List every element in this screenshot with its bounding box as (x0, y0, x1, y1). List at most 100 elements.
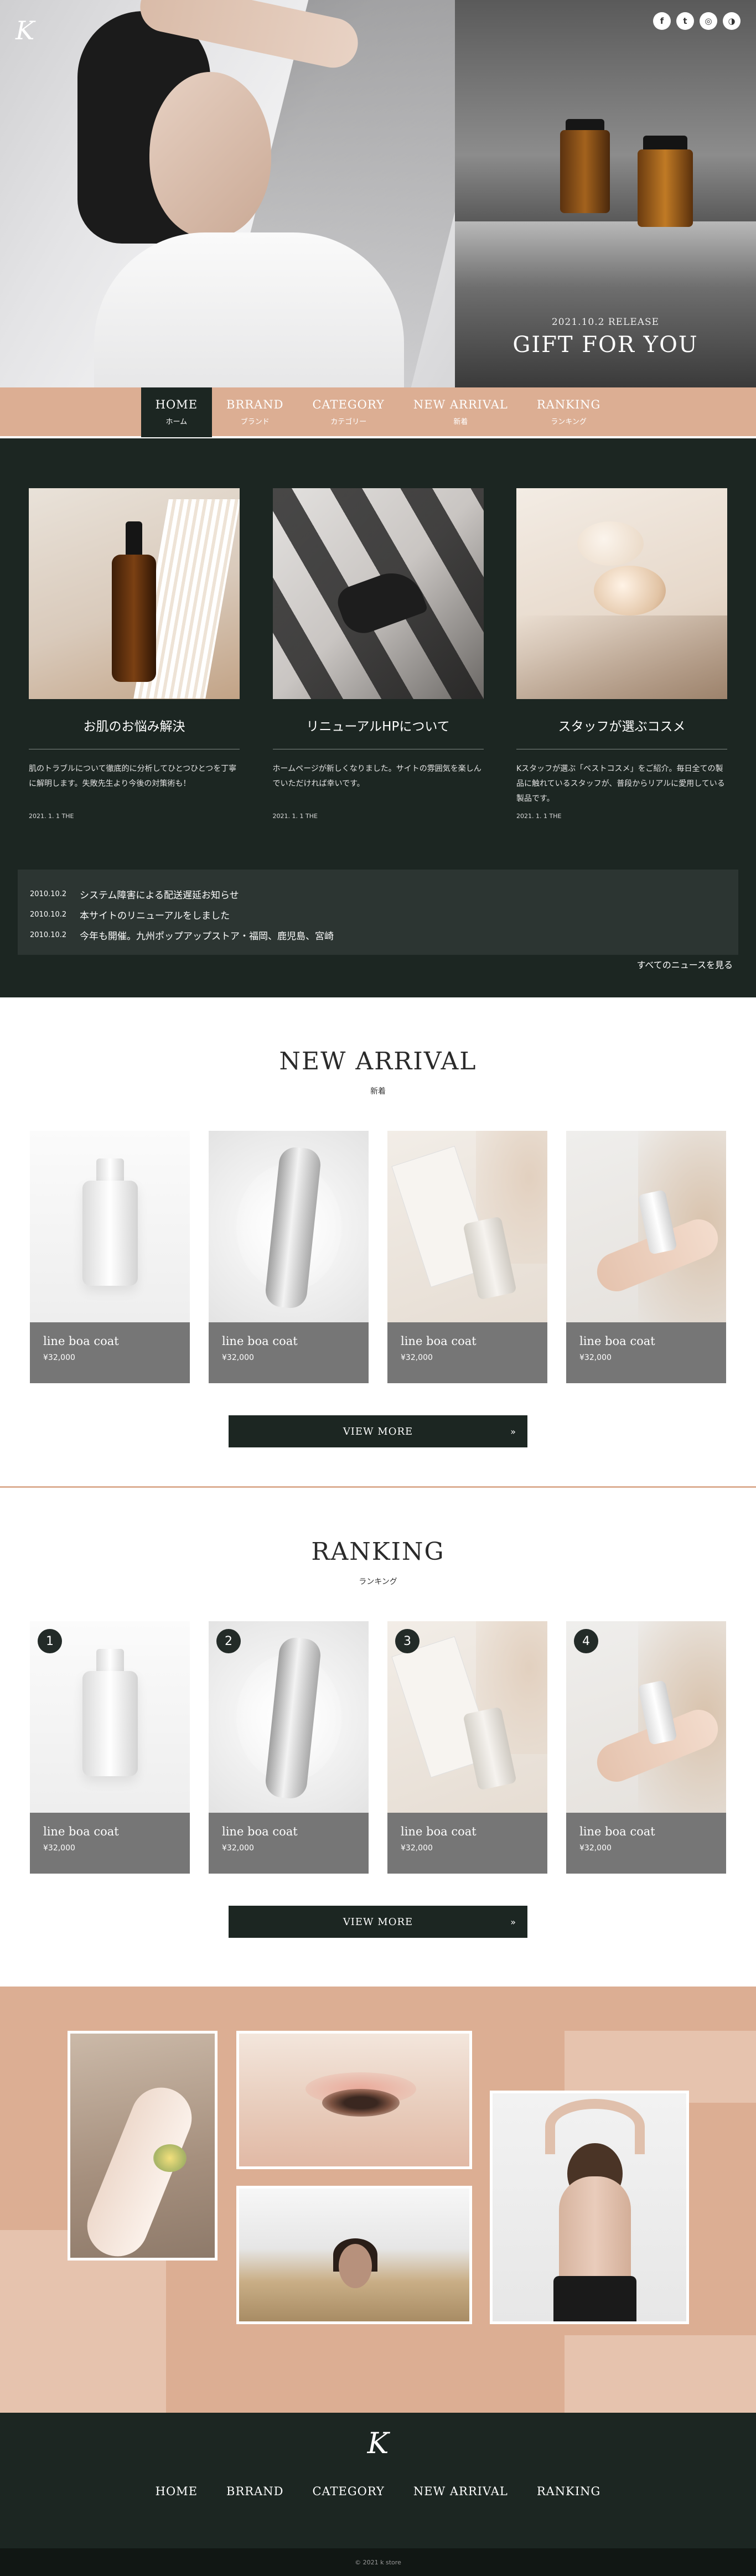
rank-badge: 3 (395, 1629, 420, 1653)
nav-item-new-arrival[interactable]: NEW ARRIVAL 新着 (399, 386, 522, 437)
main-nav: HOME ホーム BRRAND ブランド CATEGORY カテゴリー NEW … (0, 386, 756, 438)
product-card[interactable]: 3 line boa coat ¥32,000 (387, 1621, 547, 1874)
hero-title: GIFT FOR YOU (512, 332, 698, 358)
footer: K HOME BRRAND CATEGORY NEW ARRIVAL RANKI… (0, 2413, 756, 2548)
nav-label: HOME (155, 397, 198, 411)
product-price: ¥32,000 (579, 1844, 612, 1853)
product-image: 3 (387, 1621, 547, 1813)
news-date: 2010.10.2 (30, 890, 67, 898)
footer-link-home[interactable]: HOME (141, 2485, 212, 2498)
feature-title: スタッフが選ぶコスメ (516, 716, 727, 749)
product-card[interactable]: 2 line boa coat ¥32,000 (209, 1621, 369, 1874)
nav-item-brand[interactable]: BRRAND ブランド (212, 386, 298, 437)
product-price: ¥32,000 (579, 1353, 612, 1362)
product-price: ¥32,000 (222, 1844, 254, 1853)
instagram-icon[interactable]: ◎ (700, 12, 717, 30)
gallery-photo-back (490, 2091, 689, 2324)
feature-text: 肌のトラブルについて徹底的に分析してひとつひとつを丁寧に解明します。失敗先生より… (29, 764, 237, 788)
feature-title: リニューアルHPについて (272, 716, 484, 749)
footer-link-category[interactable]: CATEGORY (298, 2485, 398, 2498)
hero-release-date: 2021.10.2 RELEASE (551, 317, 660, 328)
feature-card[interactable]: リニューアルHPについて ホームページが新しくなりました。サイトの雰囲気を楽しん… (272, 488, 484, 820)
product-image (30, 1131, 190, 1322)
product-image: 2 (209, 1621, 369, 1813)
product-card[interactable]: line boa coat ¥32,000 (387, 1131, 547, 1383)
news-item[interactable]: 2010.10.2 本サイトのリニューアルをしました (30, 904, 726, 925)
all-news-link[interactable]: すべてのニュースを見る (637, 958, 733, 971)
footer-link-new-arrival[interactable]: NEW ARRIVAL (399, 2485, 522, 2498)
product-image: 4 (566, 1621, 726, 1813)
gallery-photo-hand (68, 2031, 218, 2261)
feature-text: ホームページが新しくなりました。サイトの雰囲気を楽しんでいただければ幸いです。 (272, 764, 481, 788)
product-name: line boa coat (401, 1334, 477, 1348)
double-arrow-icon: » (510, 1916, 516, 1927)
rank-badge: 1 (38, 1629, 62, 1653)
view-more-button[interactable]: VIEW MORE » (229, 1906, 527, 1938)
pinterest-icon[interactable]: ◑ (723, 12, 741, 30)
news-date: 2010.10.2 (30, 931, 67, 939)
view-more-button[interactable]: VIEW MORE » (229, 1415, 527, 1447)
product-image (566, 1131, 726, 1322)
feature-image (29, 488, 240, 699)
product-image: 1 (30, 1621, 190, 1813)
product-name: line boa coat (579, 1334, 655, 1348)
product-card[interactable]: line boa coat ¥32,000 (30, 1131, 190, 1383)
product-image (387, 1131, 547, 1322)
product-name: line boa coat (401, 1825, 477, 1838)
view-more-label: VIEW MORE (343, 1916, 413, 1928)
section-title: RANKING (311, 1538, 445, 1566)
nav-item-category[interactable]: CATEGORY カテゴリー (298, 386, 398, 437)
footer-link-ranking[interactable]: RANKING (522, 2485, 615, 2498)
nav-label: BRRAND (226, 397, 284, 411)
nav-item-home[interactable]: HOME ホーム (141, 386, 213, 437)
footer-logo[interactable]: K (0, 2427, 756, 2460)
facebook-icon[interactable]: f (653, 12, 671, 30)
feature-section: お肌のお悩み解決 肌のトラブルについて徹底的に分析してひとつひとつを丁寧に解明し… (0, 438, 756, 997)
news-text: 本サイトのリニューアルをしました (80, 911, 230, 922)
nav-sublabel: カテゴリー (330, 417, 367, 426)
nav-label: RANKING (536, 397, 601, 411)
view-more-label: VIEW MORE (343, 1425, 413, 1437)
hero-product-image: f t ◎ ◑ 2021.10.2 RELEASE GIFT FOR YOU (455, 0, 756, 387)
hero: K f t ◎ ◑ 2021.10.2 RELEASE GIFT FOR YOU (0, 0, 756, 387)
feature-card[interactable]: お肌のお悩み解決 肌のトラブルについて徹底的に分析してひとつひとつを丁寧に解明し… (29, 488, 240, 820)
photo-gallery (0, 1987, 756, 2413)
news-text: 今年も開催。九州ポップアップストア・福岡、鹿児島、宮崎 (80, 931, 334, 942)
gallery-photo-field (236, 2186, 472, 2324)
social-links: f t ◎ ◑ (653, 12, 741, 30)
news-item[interactable]: 2010.10.2 システム障害による配送遅延お知らせ (30, 884, 726, 904)
product-name: line boa coat (222, 1334, 298, 1348)
product-name: line boa coat (43, 1825, 119, 1838)
footer-nav: HOME BRRAND CATEGORY NEW ARRIVAL RANKING (0, 2485, 756, 2498)
news-item[interactable]: 2010.10.2 今年も開催。九州ポップアップストア・福岡、鹿児島、宮崎 (30, 925, 726, 945)
nav-item-ranking[interactable]: RANKING ランキング (522, 386, 615, 437)
product-price: ¥32,000 (43, 1353, 75, 1362)
nav-sublabel: ブランド (240, 417, 270, 426)
feature-text: Kスタッフが選ぶ「ベストコスメ」をご紹介。毎日全ての製品に触れているスタッフが、… (516, 764, 725, 803)
page: K f t ◎ ◑ 2021.10.2 RELEASE GIFT FOR YOU… (0, 0, 756, 2576)
feature-image (272, 488, 484, 699)
gallery-photo-eye (236, 2031, 472, 2169)
feature-date: 2021. 1. 1 THE (516, 813, 562, 820)
news-text: システム障害による配送遅延お知らせ (80, 890, 239, 901)
product-image (209, 1131, 369, 1322)
product-card[interactable]: line boa coat ¥32,000 (566, 1131, 726, 1383)
twitter-icon[interactable]: t (676, 12, 694, 30)
product-price: ¥32,000 (222, 1353, 254, 1362)
hero-model-image: K (0, 0, 455, 387)
product-name: line boa coat (43, 1334, 119, 1348)
feature-title: お肌のお悩み解決 (29, 716, 240, 749)
product-card[interactable]: 4 line boa coat ¥32,000 (566, 1621, 726, 1874)
nav-sublabel: ランキング (551, 417, 587, 426)
product-name: line boa coat (222, 1825, 298, 1838)
news-list: 2010.10.2 システム障害による配送遅延お知らせ 2010.10.2 本サ… (18, 870, 738, 955)
nav-sublabel: 新着 (453, 417, 468, 426)
footer-link-brand[interactable]: BRRAND (212, 2485, 298, 2498)
product-card[interactable]: line boa coat ¥32,000 (209, 1131, 369, 1383)
feature-card[interactable]: スタッフが選ぶコスメ Kスタッフが選ぶ「ベストコスメ」をご紹介。毎日全ての製品に… (516, 488, 727, 820)
feature-image (516, 488, 727, 699)
site-logo[interactable]: K (15, 15, 34, 45)
product-card[interactable]: 1 line boa coat ¥32,000 (30, 1621, 190, 1874)
feature-date: 2021. 1. 1 THE (29, 813, 74, 820)
double-arrow-icon: » (510, 1426, 516, 1437)
